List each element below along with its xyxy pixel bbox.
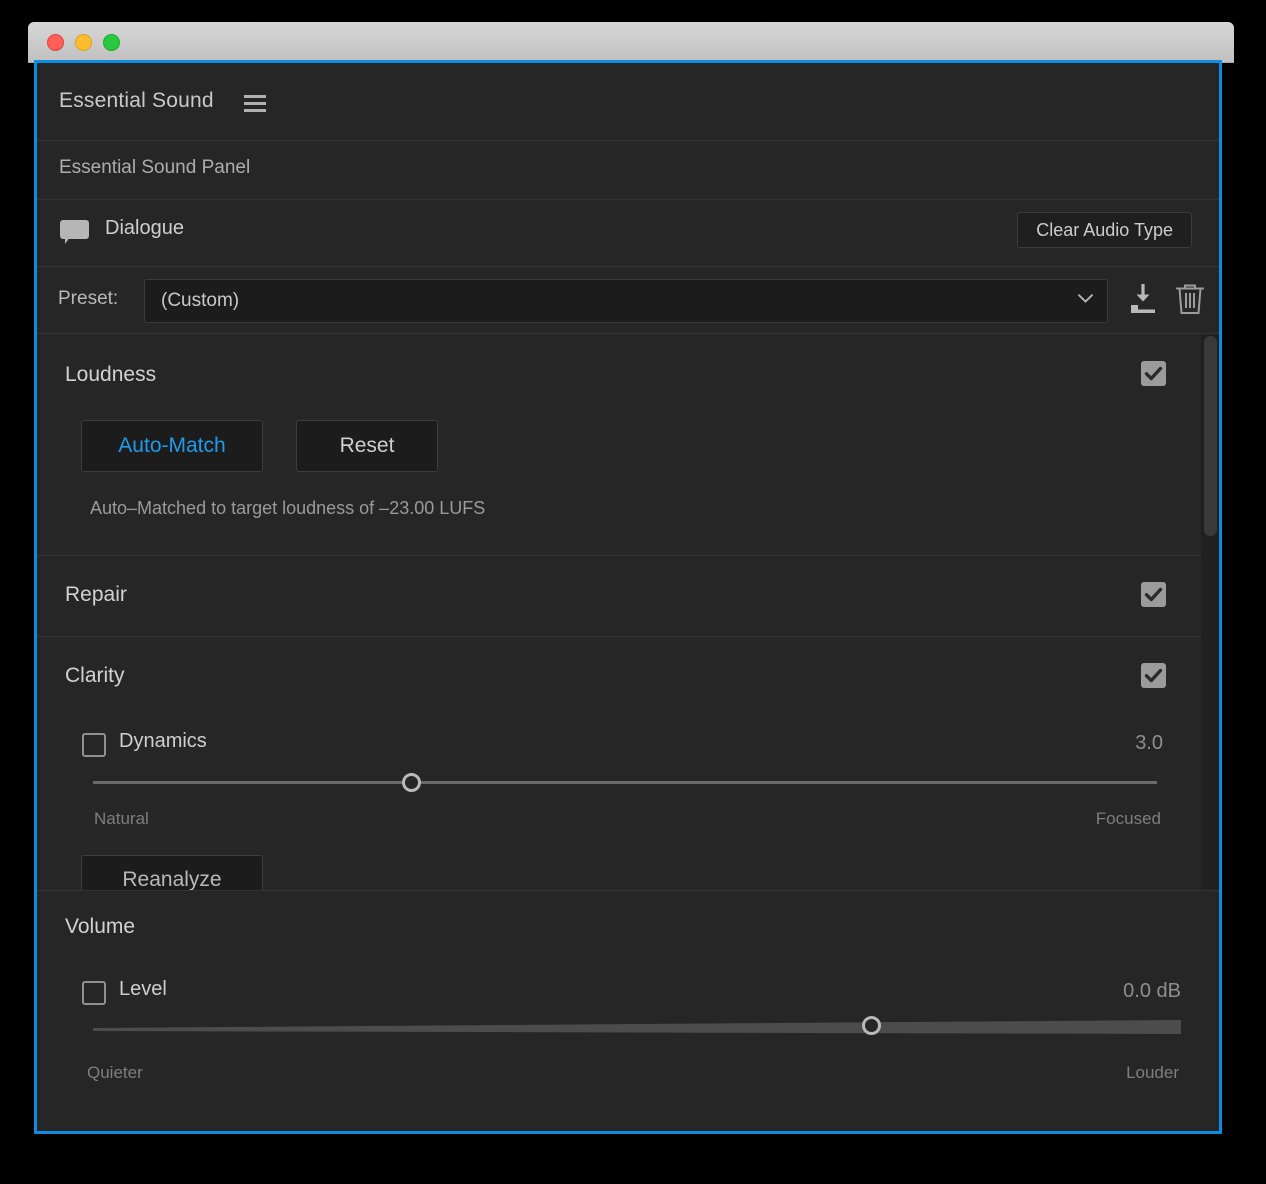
preset-label: Preset: [58,288,119,309]
level-value: 0.0 dB [1123,980,1181,1002]
level-max-label: Louder [1126,1063,1179,1082]
essential-sound-panel: Essential Sound Essential Sound Panel Di… [34,60,1222,1134]
sections-scrollbar-thumb[interactable] [1204,336,1217,536]
dynamics-value: 3.0 [1135,732,1163,754]
hamburger-menu-icon[interactable] [244,95,266,112]
level-checkbox[interactable] [82,981,106,1005]
reanalyze-button[interactable]: Reanalyze [81,855,263,890]
sections-scrollbar-track[interactable] [1201,334,1219,890]
application-window: Essential Sound Essential Sound Panel Di… [28,22,1234,1140]
window-titlebar[interactable] [28,22,1234,63]
chevron-down-icon [1078,294,1093,303]
section-volume: Volume Level 0.0 dB Quieter Louder [37,891,1219,1131]
clarity-enabled-checkbox[interactable] [1141,663,1166,688]
sections-scroll-area: Loudness Auto-Match Reset Auto–Matched t… [37,334,1219,890]
section-repair: Repair [37,556,1201,636]
clear-audio-type-button[interactable]: Clear Audio Type [1017,212,1192,248]
dynamics-min-label: Natural [94,809,149,828]
dynamics-checkbox[interactable] [82,733,106,757]
level-slider-track[interactable] [93,1017,1181,1037]
section-title-repair: Repair [65,583,127,606]
audio-type-label: Dialogue [105,217,184,239]
trash-icon[interactable] [1175,283,1205,315]
preset-dropdown[interactable]: (Custom) [144,279,1108,323]
preset-row: Preset: (Custom) [37,267,1219,333]
loudness-status-text: Auto–Matched to target loudness of –23.0… [90,498,486,518]
minimize-window-button[interactable] [75,34,92,51]
level-min-label: Quieter [87,1063,143,1082]
dynamics-max-label: Focused [1095,809,1161,828]
preset-selected-value: (Custom) [161,290,240,311]
repair-enabled-checkbox[interactable] [1141,582,1166,607]
section-title-loudness: Loudness [65,363,157,386]
save-preset-icon[interactable] [1127,284,1159,314]
maximize-window-button[interactable] [103,34,120,51]
dynamics-slider-knob[interactable] [402,773,421,792]
loudness-enabled-checkbox[interactable] [1141,361,1166,386]
level-slider-knob[interactable] [862,1016,881,1035]
section-title-volume: Volume [65,915,136,938]
panel-subheader: Essential Sound Panel [37,141,1219,199]
sections-scroll-content: Loudness Auto-Match Reset Auto–Matched t… [37,334,1201,890]
dynamics-slider-track[interactable] [93,781,1157,784]
audio-type-row: Dialogue Clear Audio Type [37,200,1219,266]
level-label: Level [119,978,167,1000]
page-title: Essential Sound [59,89,214,112]
speech-bubble-icon [60,220,89,244]
panel-subtitle: Essential Sound Panel [59,157,251,178]
panel-header: Essential Sound [37,63,1219,140]
dynamics-label: Dynamics [119,730,207,752]
section-title-clarity: Clarity [65,664,125,687]
section-loudness: Loudness Auto-Match Reset Auto–Matched t… [37,334,1201,555]
close-window-button[interactable] [47,34,64,51]
auto-match-button[interactable]: Auto-Match [81,420,263,472]
section-clarity: Clarity Dynamics 3.0 Natural Focused Rea… [37,637,1201,890]
reset-loudness-button[interactable]: Reset [296,420,438,472]
